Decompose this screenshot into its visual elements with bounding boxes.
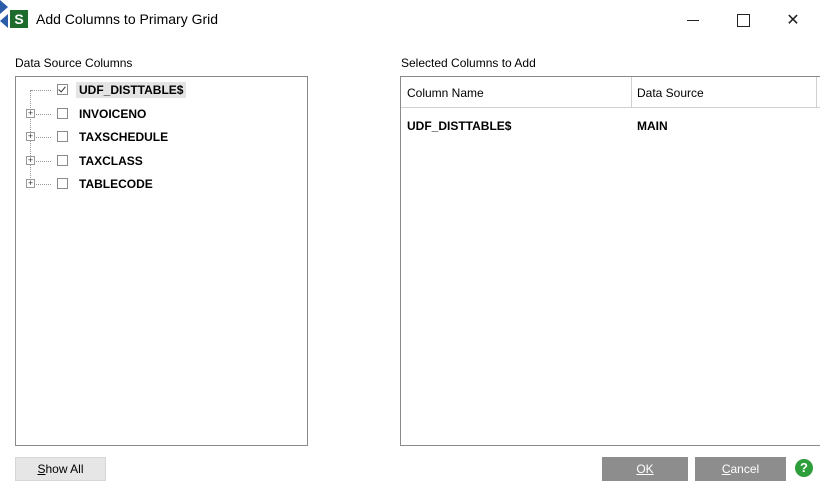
cancel-label: ancel (730, 462, 760, 476)
data-source-tree[interactable]: UDF_DISTTABLE$ + INVOICENO + TAXSCHEDULE + TAX… (15, 76, 308, 446)
grid-header: Column Name Data Source (401, 77, 820, 108)
expand-icon[interactable]: + (26, 132, 35, 141)
checkbox[interactable] (57, 154, 68, 166)
checkbox[interactable] (57, 107, 68, 119)
checkbox[interactable] (57, 84, 68, 95)
column-name-cell: UDF_DISTTABLE$ (407, 119, 512, 133)
show-all-label: how All (45, 462, 84, 476)
tree-item[interactable]: + TABLECODE (16, 175, 296, 195)
maximize-button[interactable] (720, 0, 766, 40)
data-source-cell: MAIN (637, 119, 668, 133)
tree-connector (36, 160, 51, 162)
tree-item-label: INVOICENO (79, 106, 147, 121)
cancel-button[interactable]: Cancel (695, 457, 786, 481)
title-bar: S Add Columns to Primary Grid ✕ (0, 0, 820, 40)
show-all-button[interactable]: Show All (15, 457, 106, 481)
app-icon: S (10, 10, 28, 28)
tree-connector (36, 184, 51, 185)
tree-connector (36, 137, 51, 138)
checkbox[interactable] (57, 131, 68, 142)
table-row[interactable]: UDF_DISTTABLE$ MAIN (401, 119, 820, 137)
expand-icon[interactable]: + (26, 179, 35, 188)
expand-icon[interactable]: + (26, 108, 35, 118)
tree-item[interactable]: + TAXSCHEDULE (16, 128, 296, 148)
minimize-icon (687, 19, 699, 21)
tree-connector (31, 90, 51, 91)
selected-columns-grid[interactable]: Column Name Data Source UDF_DISTTABLE$ M… (400, 76, 820, 446)
tree-connector (36, 113, 51, 115)
minimize-button[interactable] (670, 0, 716, 40)
maximize-icon (736, 13, 750, 27)
data-source-columns-label: Data Source Columns (15, 56, 133, 70)
help-icon[interactable]: ? (795, 459, 813, 477)
column-divider[interactable] (631, 77, 632, 107)
tree-item-label: TAXSCHEDULE (79, 130, 169, 144)
column-divider[interactable] (816, 77, 817, 107)
tree-item[interactable]: + INVOICENO (16, 105, 296, 125)
tree-item-label: UDF_DISTTABLE$ (76, 82, 187, 98)
close-icon: ✕ (786, 12, 800, 29)
ok-button[interactable]: OK (602, 457, 688, 481)
window-title: Add Columns to Primary Grid (36, 11, 219, 27)
data-source-header[interactable]: Data Source (637, 86, 704, 100)
close-button[interactable]: ✕ (770, 0, 816, 40)
selected-columns-label: Selected Columns to Add (401, 56, 536, 70)
expand-icon[interactable]: + (26, 155, 35, 165)
tree-item-label: TABLECODE (79, 177, 153, 191)
checkbox[interactable] (57, 178, 68, 189)
tree-item[interactable]: + TAXCLASS (16, 152, 296, 172)
ok-label: OK (636, 462, 654, 476)
tree-item-label: TAXCLASS (79, 153, 143, 168)
column-name-header[interactable]: Column Name (407, 86, 484, 100)
tree-item[interactable]: UDF_DISTTABLE$ (16, 81, 296, 101)
